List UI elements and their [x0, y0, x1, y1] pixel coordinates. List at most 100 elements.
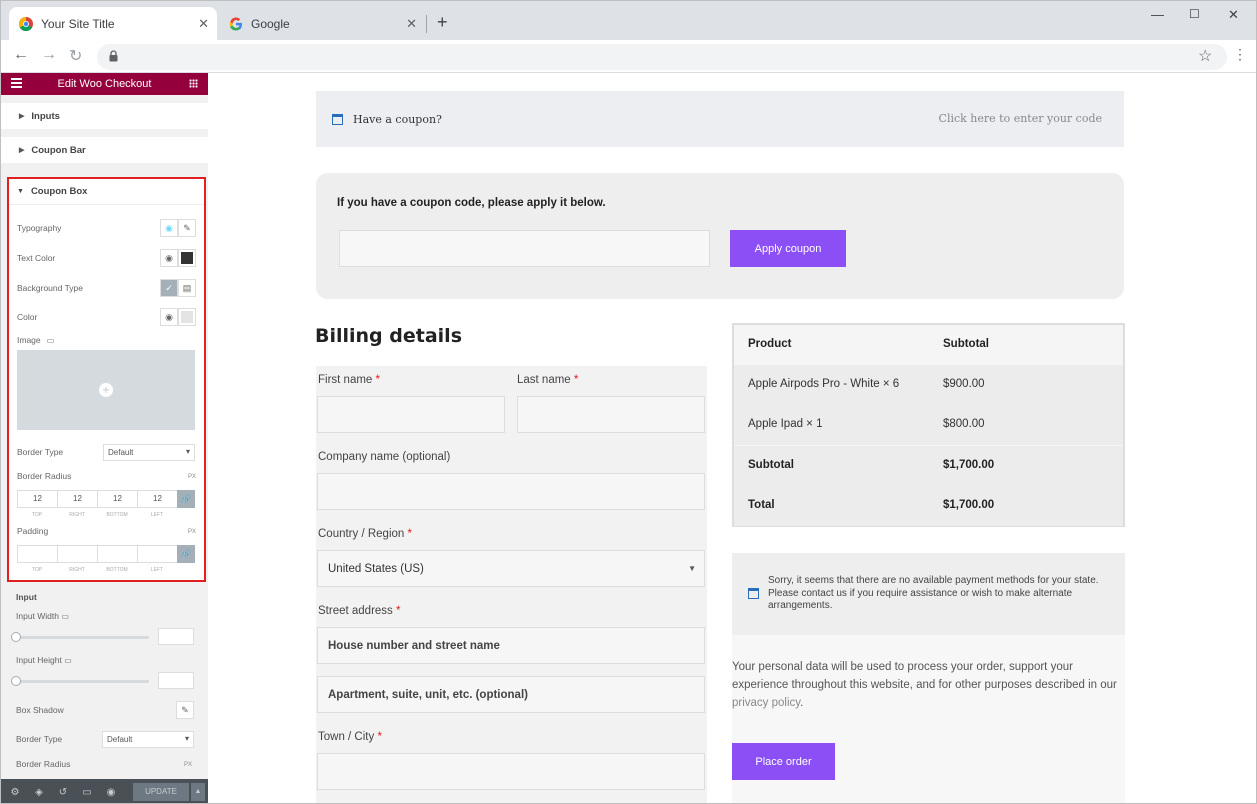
place-order-button[interactable]: Place order — [732, 743, 835, 780]
add-image-icon: + — [99, 383, 113, 397]
radius-left-input[interactable]: 12 — [137, 490, 177, 508]
caret-down-icon: ▼ — [17, 188, 24, 195]
coupon-code-input[interactable] — [339, 230, 710, 267]
section-inputs[interactable]: ▶ Inputs — [1, 103, 208, 129]
link-values-icon[interactable]: 🔗 — [177, 490, 195, 508]
control-label: Typography — [17, 223, 62, 233]
section-coupon-box-header[interactable]: ▼ Coupon Box — [9, 179, 204, 205]
slider-handle[interactable] — [11, 676, 21, 686]
privacy-policy-link[interactable]: privacy policy — [732, 697, 800, 709]
caret-right-icon: ▶ — [19, 147, 25, 154]
hamburger-menu-icon[interactable] — [11, 78, 22, 88]
enter-coupon-link[interactable]: Click here to enter your code — [939, 112, 1102, 125]
panel-title: Edit Woo Checkout — [57, 78, 152, 90]
input-height-slider[interactable] — [11, 676, 149, 686]
radius-right-input[interactable]: 12 — [57, 490, 97, 508]
street-address-2-input[interactable]: Apartment, suite, unit, etc. (optional) — [317, 676, 705, 713]
section-coupon-bar[interactable]: ▶ Coupon Bar — [1, 137, 208, 163]
tab-google[interactable]: Google ✕ — [219, 7, 425, 40]
globe-icon[interactable]: ◉ — [160, 219, 178, 237]
settings-gear-icon[interactable]: ⚙ — [3, 787, 27, 798]
info-calendar-icon — [748, 588, 759, 599]
padding-right-input[interactable] — [57, 545, 97, 563]
table-row: Apple Ipad × 1 $800.00 — [734, 405, 1123, 445]
label-text: Street address — [318, 605, 393, 617]
bookmark-star-icon[interactable]: ☆ — [1198, 46, 1212, 66]
unit-selector[interactable]: PX — [188, 474, 196, 480]
input-width-label: Input Width ▭ — [16, 611, 69, 621]
dim-label: TOP — [31, 567, 43, 573]
editor-panel: Edit Woo Checkout ▶ Inputs ▶ Coupon Bar ▼ C… — [1, 73, 208, 803]
padding-bottom-input[interactable] — [97, 545, 137, 563]
globe-icon[interactable]: ◉ — [160, 308, 178, 326]
image-placeholder[interactable]: + — [17, 350, 195, 430]
input-width-slider[interactable] — [11, 632, 149, 642]
street-address-1-input[interactable]: House number and street name — [317, 627, 705, 664]
required-mark: * — [573, 374, 579, 386]
padding-dimensions: 🔗 — [17, 545, 195, 563]
update-options-icon[interactable]: ▲ — [191, 783, 205, 801]
slider-handle[interactable] — [11, 632, 21, 642]
radius-bottom-input[interactable]: 12 — [97, 490, 137, 508]
apply-coupon-button[interactable]: Apply coupon — [730, 230, 846, 267]
company-input[interactable] — [317, 473, 705, 510]
border-type-select[interactable]: Default — [103, 444, 195, 461]
last-name-input[interactable] — [517, 396, 705, 433]
border-radius-label: Border Radius — [16, 759, 71, 769]
reload-icon[interactable]: ↻ — [69, 46, 82, 66]
input-heading: Input — [16, 592, 37, 602]
total-value: $1,700.00 — [943, 499, 995, 511]
input-width-value[interactable] — [158, 628, 194, 645]
first-name-input[interactable] — [317, 396, 505, 433]
box-shadow-label: Box Shadow — [16, 705, 64, 715]
required-mark: * — [396, 605, 401, 617]
pencil-icon[interactable]: ✎ — [178, 219, 196, 237]
checkout-page: Have a coupon? Click here to enter your … — [208, 73, 1256, 803]
preview-eye-icon[interactable]: ◉ — [99, 787, 123, 798]
color-swatch[interactable] — [178, 308, 196, 326]
product-name: Apple Airpods Pro - White × 6 — [748, 378, 900, 390]
update-button[interactable]: UPDATE — [133, 783, 189, 801]
back-icon[interactable]: ← — [13, 46, 29, 64]
widgets-grid-icon[interactable] — [189, 79, 198, 88]
padding-top-input[interactable] — [17, 545, 57, 563]
minimize-icon[interactable]: — — [1151, 7, 1164, 22]
input-height-label: Input Height ▭ — [16, 655, 72, 665]
text-color-control: Text Color ◉ — [17, 249, 196, 267]
close-tab-icon[interactable]: ✕ — [198, 16, 209, 32]
brush-icon[interactable]: ✓ — [160, 279, 178, 297]
browser-toolbar: ← → ↻ ☆ ⋮ — [1, 40, 1256, 73]
desktop-icon: ▭ — [46, 335, 55, 345]
padding-left-input[interactable] — [137, 545, 177, 563]
more-menu-icon[interactable]: ⋮ — [1233, 46, 1247, 63]
dim-label: TOP — [31, 512, 43, 518]
town-input[interactable] — [317, 753, 705, 790]
address-bar[interactable] — [97, 44, 1227, 70]
maximize-icon[interactable]: ☐ — [1189, 7, 1200, 21]
country-select[interactable]: United States (US) ▼ — [317, 550, 705, 587]
required-mark: * — [407, 528, 412, 540]
unit-selector[interactable]: PX — [188, 529, 196, 535]
unit-selector[interactable]: PX — [184, 762, 192, 768]
required-mark: * — [377, 731, 382, 743]
layers-icon[interactable]: ◈ — [27, 787, 51, 798]
tab-site[interactable]: Your Site Title ✕ — [9, 7, 217, 40]
pencil-icon[interactable]: ✎ — [176, 701, 194, 719]
border-type-select[interactable]: Default — [102, 731, 194, 748]
responsive-icon[interactable]: ▭ — [75, 787, 99, 798]
total-row: Total $1,700.00 — [734, 486, 1123, 526]
panel-footer: ⚙ ◈ ↺ ▭ ◉ UPDATE ▲ — [1, 779, 208, 803]
globe-icon[interactable]: ◉ — [160, 249, 178, 267]
close-tab-icon[interactable]: ✕ — [406, 16, 417, 32]
subtotal-value: $1,700.00 — [943, 459, 995, 471]
forward-icon[interactable]: → — [41, 46, 57, 64]
radius-top-input[interactable]: 12 — [17, 490, 57, 508]
link-values-icon[interactable]: 🔗 — [177, 545, 195, 563]
new-tab-icon[interactable]: + — [437, 12, 448, 33]
history-icon[interactable]: ↺ — [51, 787, 75, 798]
window-close-icon[interactable]: ✕ — [1228, 7, 1239, 23]
dim-label: BOTTOM — [106, 567, 128, 573]
input-height-value[interactable] — [158, 672, 194, 689]
gradient-icon[interactable]: ▤ — [178, 279, 196, 297]
color-swatch[interactable] — [178, 249, 196, 267]
